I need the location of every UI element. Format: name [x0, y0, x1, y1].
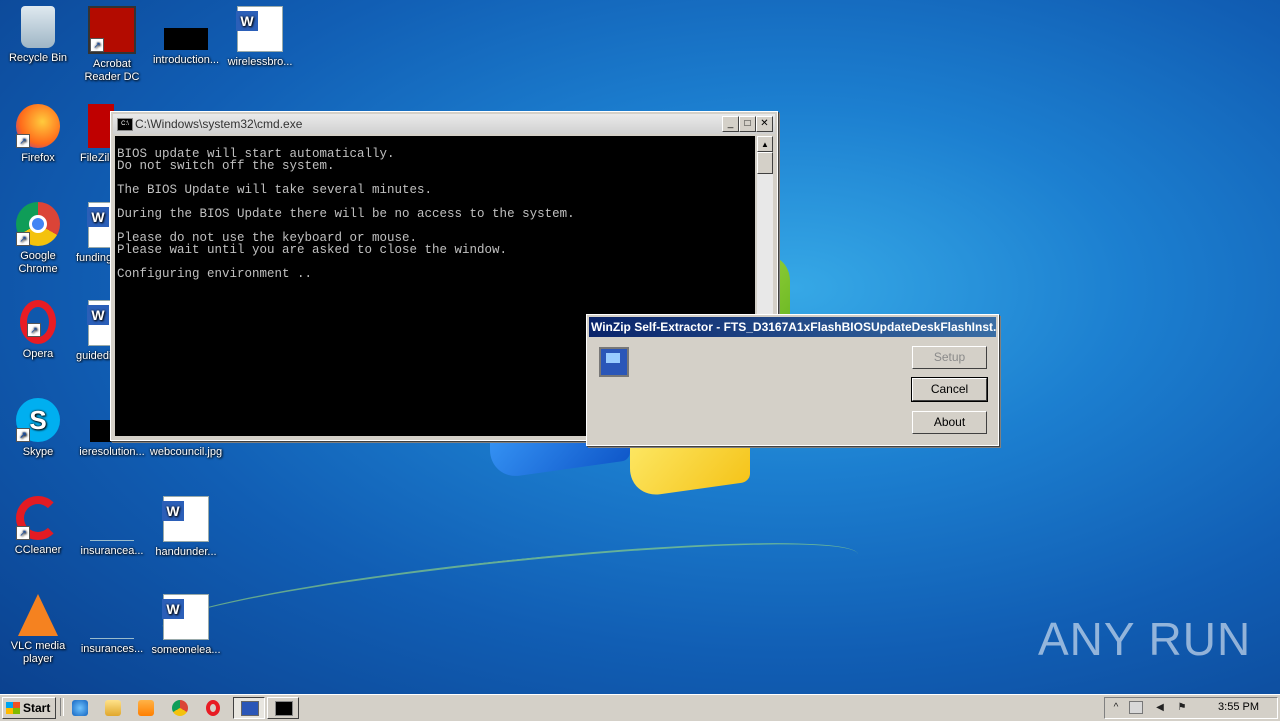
scroll-thumb[interactable]: [757, 152, 773, 174]
word-document-icon: [162, 594, 209, 640]
taskbar-winzip[interactable]: [233, 697, 265, 719]
desktop-icon-chrome[interactable]: ↗ Google Chrome: [0, 202, 76, 276]
wallpaper-light-streak: [158, 523, 862, 659]
desktop-icon-introduction[interactable]: introduction...: [148, 6, 224, 67]
desktop-icon-label: Recycle Bin: [8, 52, 68, 64]
desktop-icon-recycle-bin[interactable]: Recycle Bin: [0, 6, 76, 65]
winzip-task-icon: [241, 701, 259, 716]
desktop-icon-insurances[interactable]: insurances...: [74, 594, 150, 656]
setup-button[interactable]: Setup: [912, 346, 987, 369]
desktop-icon-skype[interactable]: S ↗ Skype: [0, 398, 76, 459]
desktop-icon-filezilla[interactable]: FileZilla: [74, 104, 114, 165]
internet-explorer-icon[interactable]: [72, 700, 88, 716]
desktop-icon-label: Google Chrome: [18, 250, 58, 275]
system-tray: ^ ◀ ⚑ 3:55 PM: [1104, 697, 1278, 719]
winzip-title[interactable]: WinZip Self-Extractor - FTS_D3167A1xFlas…: [589, 317, 996, 337]
desktop-icon-ccleaner[interactable]: ↗ CCleaner: [0, 496, 76, 557]
desktop-icon-handunder[interactable]: handunder...: [148, 496, 224, 559]
start-label: Start: [23, 701, 51, 715]
network-icon[interactable]: [1129, 701, 1143, 714]
desktop-icon-label: CCleaner: [14, 544, 62, 556]
desktop-icon-label: handunder...: [155, 546, 217, 558]
blank-file-icon: [90, 594, 134, 639]
desktop-icon-firefox[interactable]: ↗ Firefox: [0, 104, 76, 165]
desktop-icon-label: Acrobat Reader DC: [84, 58, 140, 83]
winzip-installer-icon: [599, 347, 629, 377]
opera-icon: ↗: [20, 300, 56, 344]
console-line: Please wait until you are asked to close…: [117, 243, 508, 257]
desktop-icon-label: VLC media player: [10, 640, 66, 665]
desktop-icon-label: wirelessbro...: [227, 56, 293, 68]
console-line: During the BIOS Update there will be no …: [117, 207, 575, 221]
acrobat-reader-icon: ↗: [88, 6, 136, 54]
desktop-icon-funding[interactable]: funding: [74, 202, 114, 265]
desktop-icon-label: guidedi: [76, 350, 112, 362]
cmd-title-bar[interactable]: C:\ C:\Windows\system32\cmd.exe _ □ ✕: [113, 114, 775, 134]
cancel-button[interactable]: Cancel: [911, 377, 988, 402]
desktop-icon-guidedi[interactable]: guidedi: [74, 300, 114, 363]
file-explorer-icon[interactable]: [105, 700, 121, 716]
desktop-icon-label: insurancea...: [80, 545, 144, 557]
volume-icon[interactable]: ◀: [1153, 701, 1167, 714]
word-document-icon: [236, 6, 283, 52]
clock[interactable]: 3:55 PM: [1218, 701, 1259, 713]
blank-file-icon: [90, 496, 134, 541]
recycle-bin-icon: [21, 6, 55, 48]
desktop-icon-someonelea[interactable]: someonelea...: [148, 594, 224, 657]
desktop-icon-label: FileZilla: [80, 152, 114, 164]
chrome-taskbar-icon[interactable]: [172, 700, 188, 716]
desktop-icon-label: Firefox: [21, 152, 55, 164]
desktop-icon-acrobat[interactable]: ↗ Acrobat Reader DC: [74, 6, 150, 84]
firefox-icon: ↗: [16, 104, 60, 148]
vlc-icon: [18, 594, 58, 636]
desktop-icon-wirelessbro[interactable]: wirelessbro...: [222, 6, 298, 69]
taskbar: Start ^ ◀ ⚑ 3:55 PM: [0, 694, 1280, 721]
desktop-icon-label: ieresolution...: [79, 446, 145, 458]
desktop-icon-label: webcouncil.jpg: [149, 446, 223, 458]
cmd-icon: C:\: [117, 118, 133, 131]
cmd-task-icon: [275, 701, 293, 716]
desktop-icon-label: Opera: [22, 348, 54, 360]
cmd-title: C:\Windows\system32\cmd.exe: [135, 117, 303, 131]
media-player-icon[interactable]: [138, 700, 154, 716]
scroll-up-arrow-icon[interactable]: ▲: [757, 136, 773, 152]
desktop-icon-opera[interactable]: ↗ Opera: [0, 300, 76, 361]
start-button[interactable]: Start: [2, 697, 56, 719]
ccleaner-icon: ↗: [16, 496, 60, 540]
console-line: Do not switch off the system.: [117, 159, 335, 173]
desktop-icon-label: funding: [76, 252, 113, 264]
taskbar-separator: [60, 698, 64, 716]
minimize-button[interactable]: _: [722, 116, 739, 132]
winzip-dialog[interactable]: WinZip Self-Extractor - FTS_D3167A1xFlas…: [586, 314, 999, 446]
desktop-icon-insurancea[interactable]: insurancea...: [74, 496, 150, 558]
desktop-icon-label: someonelea...: [151, 644, 221, 656]
console-line: The BIOS Update will take several minute…: [117, 183, 433, 197]
windows-flag-icon: [6, 702, 20, 714]
about-button[interactable]: About: [912, 411, 987, 434]
tray-expand-icon[interactable]: ^: [1109, 701, 1123, 714]
chrome-icon: ↗: [16, 202, 60, 246]
image-file-icon: [164, 28, 208, 50]
opera-taskbar-icon[interactable]: [206, 700, 220, 716]
action-center-flag-icon[interactable]: ⚑: [1175, 701, 1189, 714]
word-document-icon: [162, 496, 209, 542]
maximize-button[interactable]: □: [739, 116, 756, 132]
desktop-icon-label: introduction...: [152, 54, 220, 66]
anyrun-watermark: ANY RUN: [1038, 613, 1252, 665]
desktop-icon-label: Skype: [22, 446, 54, 458]
taskbar-cmd[interactable]: [267, 697, 299, 719]
close-button[interactable]: ✕: [756, 116, 773, 132]
desktop-icon-vlc[interactable]: VLC media player: [0, 594, 76, 666]
console-line: Configuring environment ..: [117, 267, 313, 281]
desktop-icon-label: insurances...: [80, 643, 144, 655]
skype-icon: S ↗: [16, 398, 60, 442]
